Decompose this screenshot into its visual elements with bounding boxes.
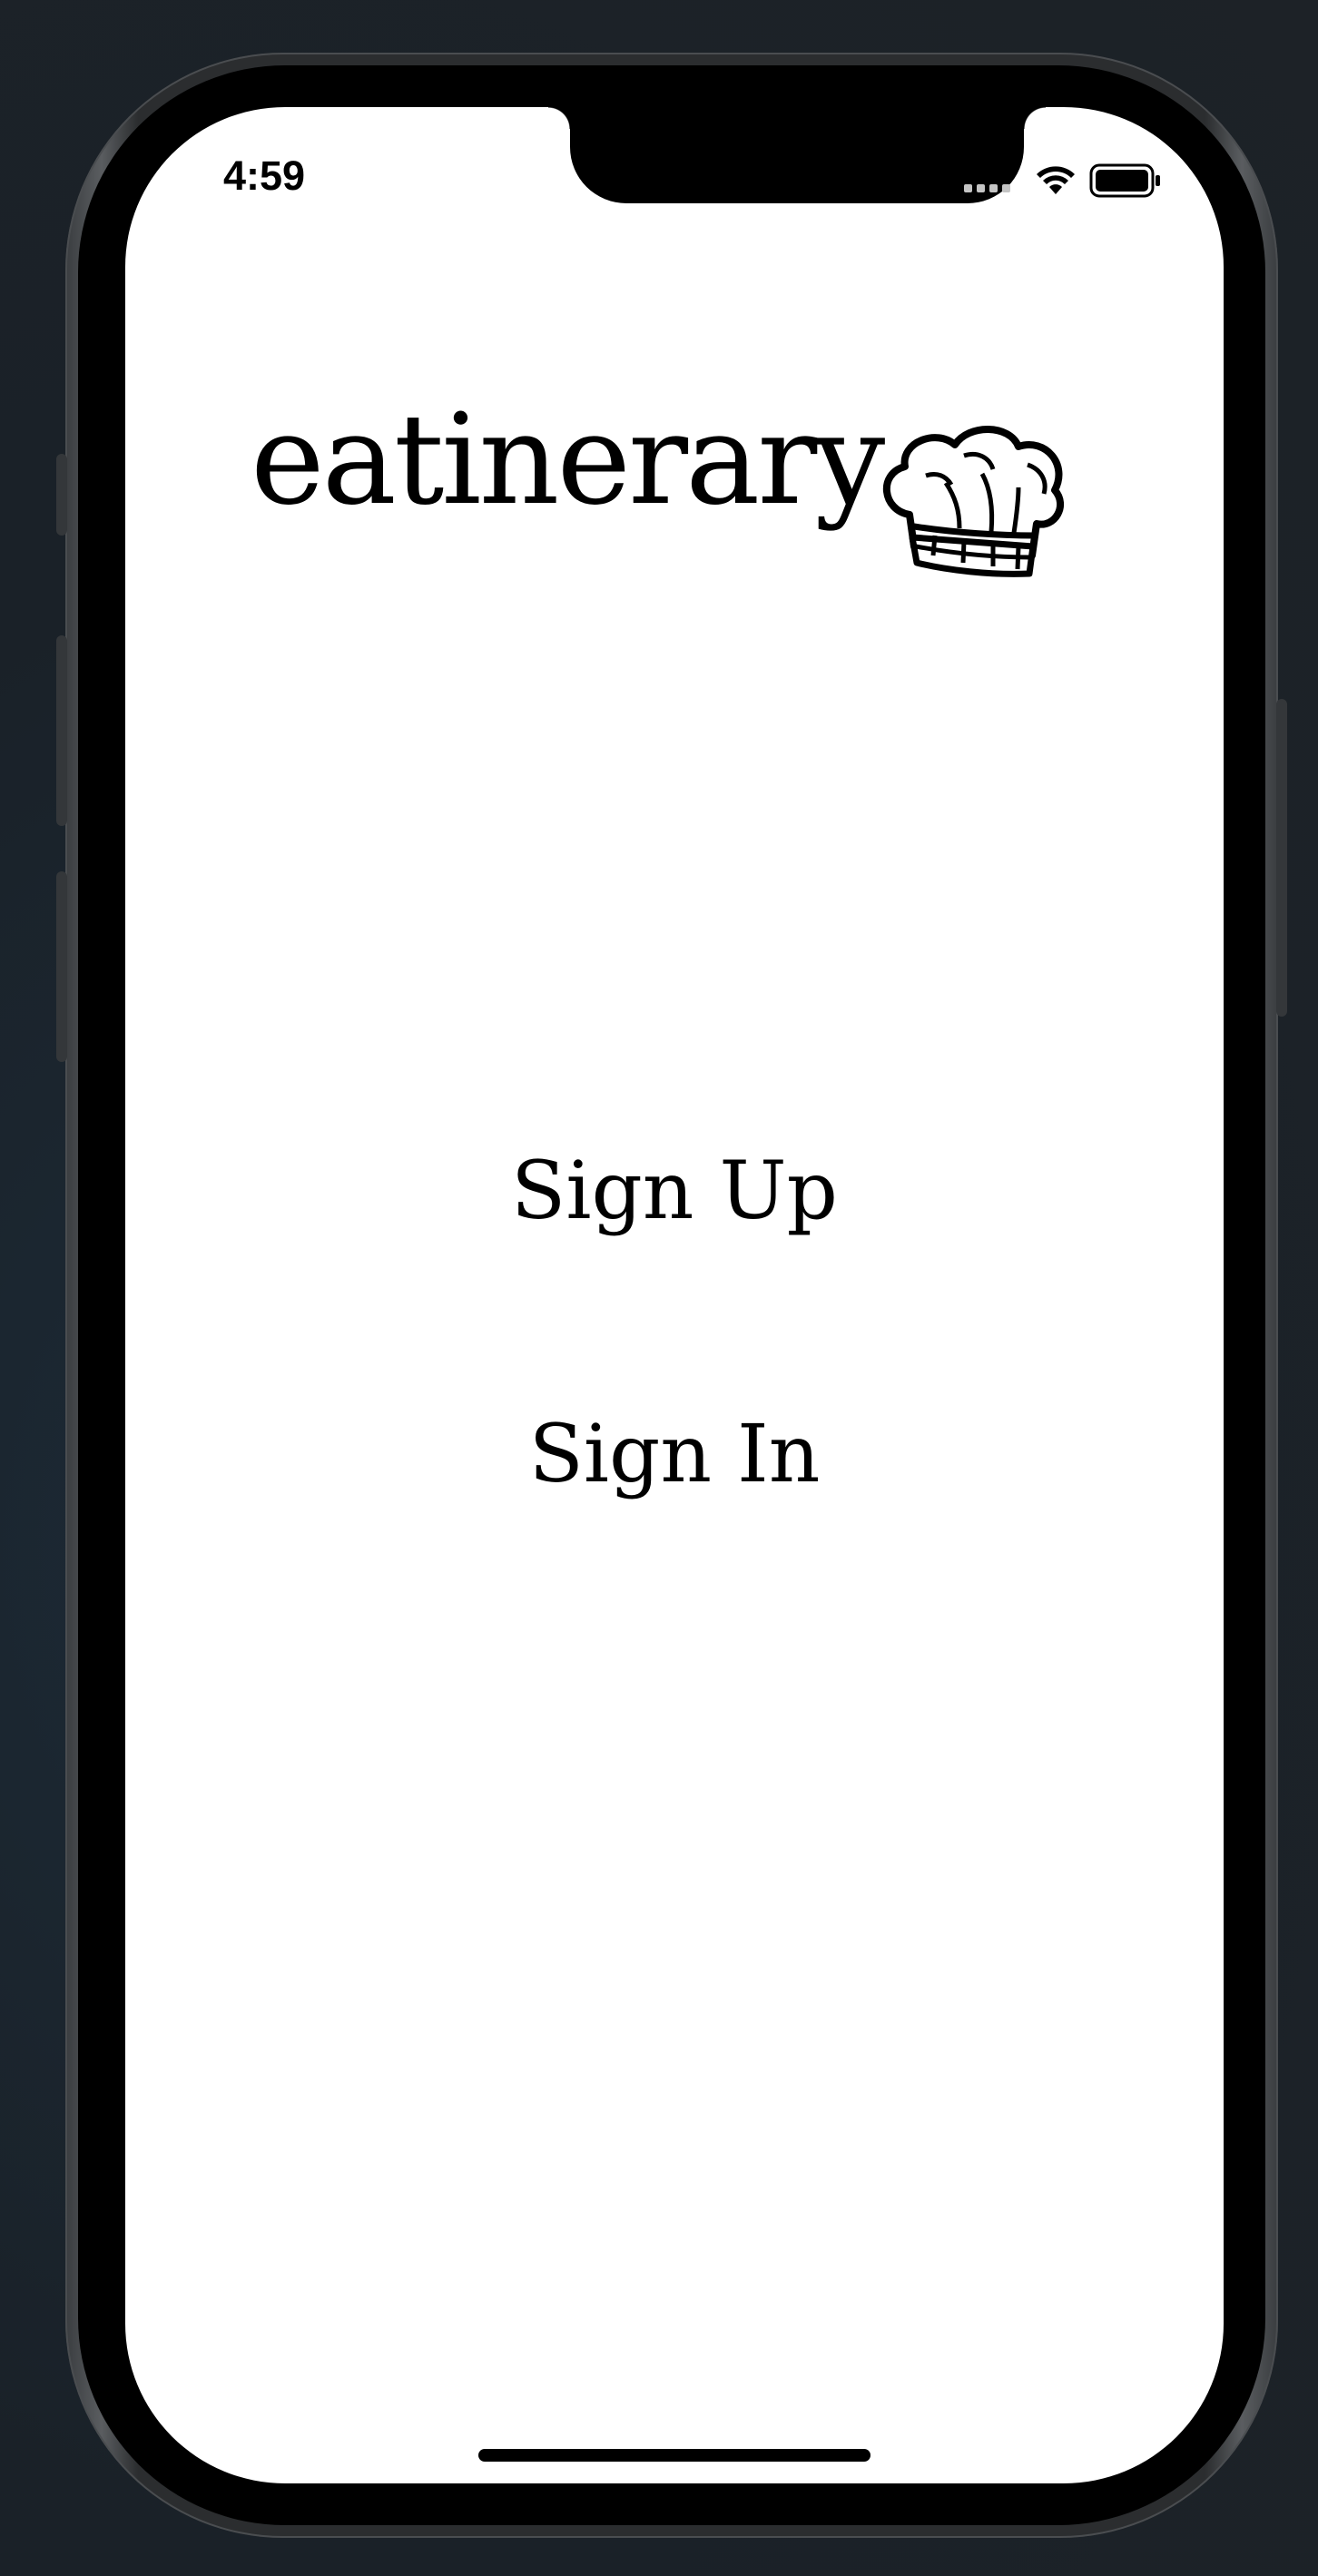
wifi-icon [1037,166,1075,194]
home-indicator[interactable] [478,2449,870,2462]
chef-hat-icon [882,426,1064,577]
status-icons [964,162,1173,198]
battery-icon [1089,163,1160,198]
side-button-volume-down [56,871,67,1062]
side-button-volume-up [56,635,67,826]
status-time: 4:59 [223,152,306,199]
notch [548,107,1046,203]
cellular-signal-icon [964,182,1015,192]
sign-in-button[interactable]: Sign In [125,1410,1224,1499]
logo-text: eatinerary [251,387,885,533]
app-screen: 4:59 eatinerary Sign Up Sign In [125,107,1224,2483]
side-button-mute [56,454,67,536]
app-logo: eatinerary [251,398,1104,697]
sign-up-button[interactable]: Sign Up [125,1146,1224,1235]
side-button-power [1276,699,1287,1017]
